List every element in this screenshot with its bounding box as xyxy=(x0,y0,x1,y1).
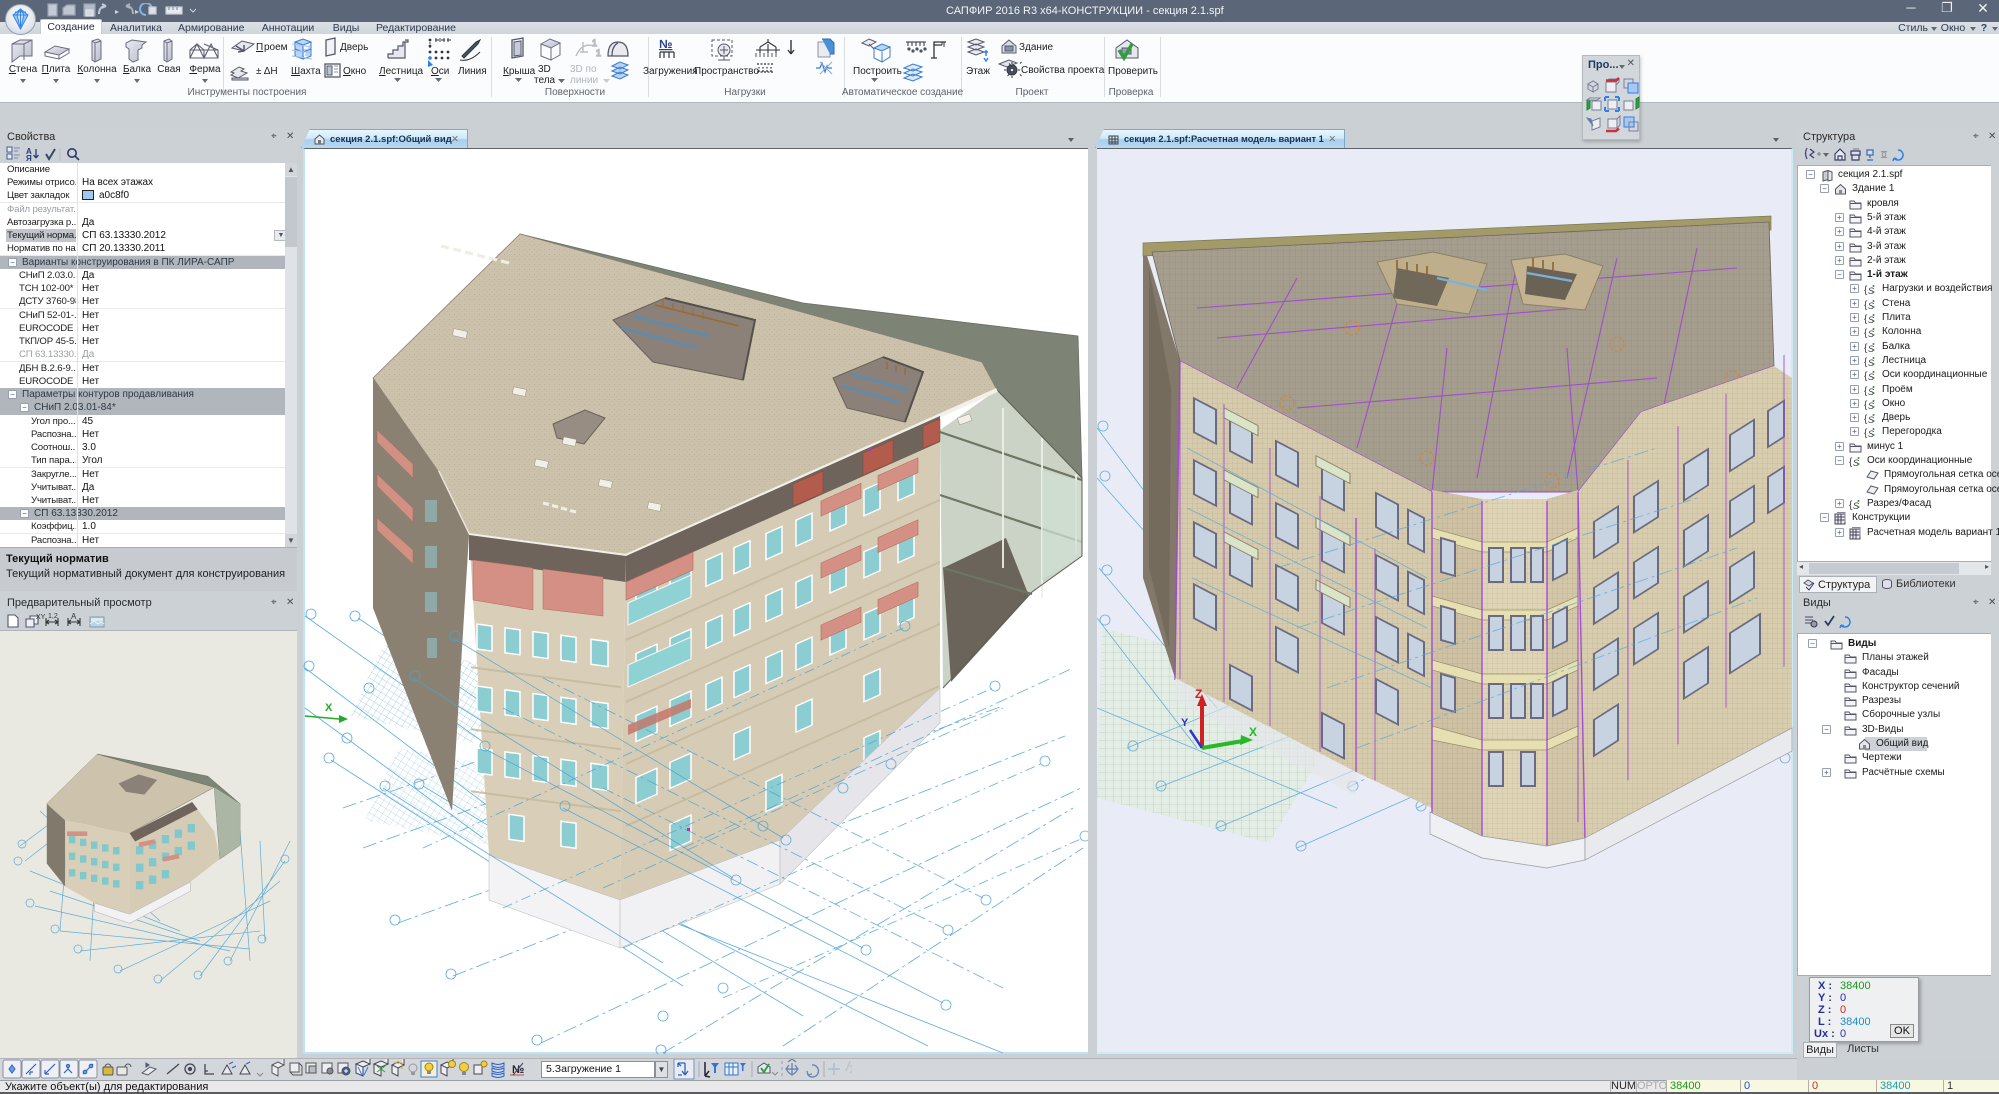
svg-text:Свойства проекта: Свойства проекта xyxy=(1021,65,1105,76)
svg-text:1: 1 xyxy=(592,38,597,48)
svg-text:S: S xyxy=(1868,329,1874,339)
svg-text:3D: 3D xyxy=(538,64,551,75)
svg-text:№: № xyxy=(659,37,672,51)
svg-text:S: S xyxy=(1868,429,1874,439)
svg-text:Оси: Оси xyxy=(431,66,449,77)
svg-text:Дверь: Дверь xyxy=(340,42,368,53)
svg-text:Я: Я xyxy=(26,154,32,162)
svg-text:Здание: Здание xyxy=(1019,42,1054,53)
svg-text:Крыша: Крыша xyxy=(503,66,536,77)
svg-text:S: S xyxy=(1853,501,1859,511)
svg-text:3D по: 3D по xyxy=(570,64,597,75)
svg-text:Построить: Построить xyxy=(853,66,902,77)
svg-text:Загружения: Загружения xyxy=(643,66,698,77)
svg-text:1,2: 1,2 xyxy=(48,613,58,620)
svg-text:S: S xyxy=(1868,344,1874,354)
svg-text:тела: тела xyxy=(534,75,556,86)
svg-text:А: А xyxy=(71,613,77,621)
svg-text:Пространство: Пространство xyxy=(694,66,759,77)
svg-text:П: П xyxy=(256,42,263,53)
svg-text:Шахта: Шахта xyxy=(291,66,321,77)
svg-text:S: S xyxy=(1868,387,1874,397)
svg-text:роем: роем xyxy=(264,42,288,53)
svg-text:S: S xyxy=(1853,458,1859,468)
svg-text:XY: XY xyxy=(36,614,46,621)
svg-text:S: S xyxy=(1868,301,1874,311)
svg-text:линии: линии xyxy=(570,75,598,86)
svg-text:Проверить: Проверить xyxy=(1108,66,1158,77)
svg-text:1: 1 xyxy=(596,48,601,58)
svg-text:S: S xyxy=(1868,315,1874,325)
svg-text:S: S xyxy=(1868,286,1874,296)
svg-text:Лестница: Лестница xyxy=(379,66,424,77)
svg-text:Линия: Линия xyxy=(458,66,487,77)
svg-text:S: S xyxy=(1868,372,1874,382)
svg-text:S: S xyxy=(1868,401,1874,411)
svg-text:± ΔН: ± ΔН xyxy=(256,66,278,77)
svg-text:Этаж: Этаж xyxy=(966,66,990,77)
svg-text:Окно: Окно xyxy=(343,66,367,77)
svg-text:S: S xyxy=(1868,415,1874,425)
svg-text:S: S xyxy=(1868,358,1874,368)
